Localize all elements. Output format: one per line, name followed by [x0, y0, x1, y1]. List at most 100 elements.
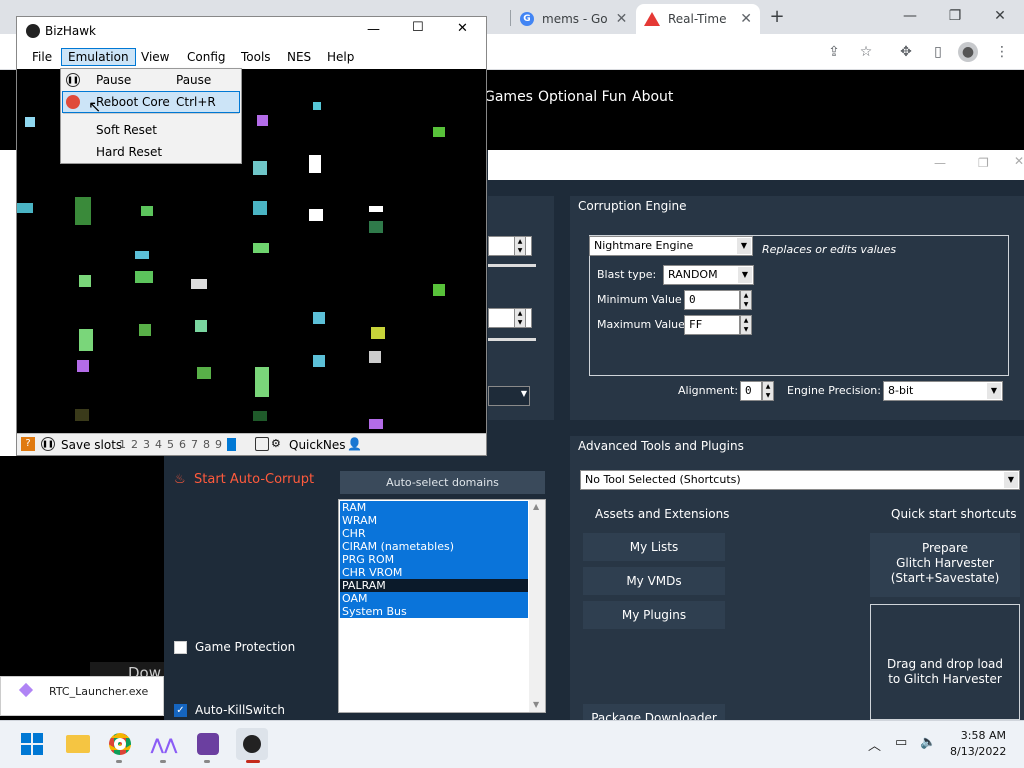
alignment-input[interactable]: 0: [740, 381, 762, 401]
menu-item-soft-reset[interactable]: Soft Reset: [96, 123, 157, 137]
network-icon[interactable]: ▭: [895, 735, 907, 750]
game-protection-checkbox[interactable]: [174, 641, 187, 654]
chevron-up-icon[interactable]: ︿: [868, 735, 881, 754]
sidebar-icon[interactable]: ▯: [928, 42, 948, 62]
file-explorer-icon[interactable]: [62, 728, 94, 760]
start-auto-corrupt-button[interactable]: Start Auto-Corrupt: [194, 472, 314, 487]
menu-item-hard-reset[interactable]: Hard Reset: [96, 145, 162, 159]
domain-item[interactable]: OAM: [340, 592, 528, 605]
save-slot[interactable]: 3: [143, 438, 150, 451]
glitch-tile: [313, 355, 325, 367]
menu-help[interactable]: Help: [327, 50, 354, 64]
close-icon[interactable]: ✕: [616, 11, 628, 27]
spinner[interactable]: ▲ ▼: [514, 308, 526, 328]
restore-icon[interactable]: ❐: [978, 156, 989, 170]
minimize-icon[interactable]: —: [367, 22, 380, 37]
close-icon[interactable]: ✕: [1014, 154, 1024, 168]
profile-icon[interactable]: ●: [958, 42, 978, 62]
new-tab-icon[interactable]: +: [766, 6, 788, 28]
share-icon[interactable]: ⇪: [824, 42, 844, 62]
help-icon[interactable]: ?: [21, 437, 35, 451]
menu-item-pause[interactable]: Pause: [96, 73, 131, 87]
chevron-down-icon: ▼: [1004, 472, 1018, 488]
minimize-icon[interactable]: —: [934, 156, 946, 170]
domains-scrollbar[interactable]: ▲ ▼: [529, 500, 545, 712]
save-slot[interactable]: 1: [119, 438, 126, 451]
domain-item[interactable]: RAM: [340, 501, 528, 514]
save-slot[interactable]: 6: [179, 438, 186, 451]
close-icon[interactable]: ✕: [740, 11, 752, 27]
tool-select[interactable]: No Tool Selected (Shortcuts) ▼: [580, 470, 1020, 490]
spinner[interactable]: ▲ ▼: [740, 315, 752, 335]
nav-games[interactable]: Games: [484, 89, 533, 105]
precision-select[interactable]: 8-bit ▼: [883, 381, 1003, 401]
save-slot[interactable]: 4: [155, 438, 162, 451]
restore-icon[interactable]: ❐: [935, 4, 975, 28]
prepare-glitch-harvester-button[interactable]: Prepare Glitch Harvester (Start+Savestat…: [870, 533, 1020, 597]
maximize-icon[interactable]: ☐: [412, 20, 424, 35]
corruption-engine-title: Corruption Engine: [578, 199, 687, 213]
domain-item[interactable]: CHR VROM: [340, 566, 528, 579]
auto-select-domains-button[interactable]: Auto-select domains: [340, 471, 545, 494]
start-icon[interactable]: [16, 728, 48, 760]
my-vmds-button[interactable]: My VMDs: [583, 567, 725, 595]
menu-file[interactable]: File: [32, 50, 52, 64]
glitch-app-icon[interactable]: [192, 728, 224, 760]
user-icon[interactable]: 👤: [347, 437, 362, 451]
spinner[interactable]: ▲ ▼: [514, 236, 526, 256]
blast-radius-select[interactable]: ▼: [488, 386, 530, 406]
menu-nes[interactable]: NES: [287, 50, 311, 64]
intensity-slider[interactable]: [488, 264, 536, 267]
rtc-icon[interactable]: ⋀⋀: [148, 728, 180, 760]
save-slot[interactable]: 0: [227, 438, 236, 451]
pause-icon[interactable]: ❚❚: [41, 437, 55, 451]
nav-optional-fun[interactable]: Optional Fun: [538, 89, 627, 105]
menu-emulation[interactable]: Emulation: [61, 48, 136, 66]
menu-item-reboot-core[interactable]: Reboot Core: [96, 95, 170, 109]
save-slot[interactable]: 8: [203, 438, 210, 451]
my-plugins-button[interactable]: My Plugins: [583, 601, 725, 629]
launcher-window[interactable]: RTC_Launcher.exe: [0, 676, 164, 716]
domain-item[interactable]: System Bus: [340, 605, 528, 618]
domain-item[interactable]: PALRAM: [340, 579, 528, 592]
my-lists-button[interactable]: My Lists: [583, 533, 725, 561]
domain-item[interactable]: WRAM: [340, 514, 528, 527]
minimize-icon[interactable]: —: [890, 4, 930, 28]
save-slot[interactable]: 9: [215, 438, 222, 451]
rom-icon[interactable]: [255, 437, 269, 451]
auto-killswitch-checkbox[interactable]: ✓: [174, 704, 187, 717]
glitch-tile: [371, 327, 385, 339]
save-slot[interactable]: 5: [167, 438, 174, 451]
menu-icon[interactable]: ⋮: [992, 42, 1012, 62]
close-icon[interactable]: ✕: [457, 21, 468, 36]
spinner[interactable]: ▲ ▼: [762, 381, 774, 401]
nav-about[interactable]: About: [632, 89, 673, 105]
spinner[interactable]: ▲ ▼: [740, 290, 752, 310]
extensions-icon[interactable]: ✥: [896, 42, 916, 62]
tab-mems[interactable]: G mems - Go ✕: [512, 4, 632, 34]
bizhawk-taskbar-icon[interactable]: [236, 728, 268, 760]
domain-item[interactable]: PRG ROM: [340, 553, 528, 566]
volume-icon[interactable]: 🔈: [920, 735, 936, 750]
star-icon[interactable]: ☆: [856, 42, 876, 62]
menu-tools[interactable]: Tools: [241, 50, 271, 64]
clock-date[interactable]: 8/13/2022: [950, 745, 1006, 758]
blast-type-select[interactable]: RANDOM ▼: [663, 265, 754, 285]
domain-item[interactable]: CHR: [340, 527, 528, 540]
tab-real-time[interactable]: Real-Time ✕: [636, 4, 760, 34]
menu-view[interactable]: View: [141, 50, 169, 64]
close-icon[interactable]: ✕: [980, 4, 1020, 28]
min-value-input[interactable]: 0: [684, 290, 740, 310]
menu-config[interactable]: Config: [187, 50, 226, 64]
clock-time[interactable]: 3:58 AM: [958, 729, 1006, 742]
chrome-icon[interactable]: [104, 728, 136, 760]
save-slot[interactable]: 7: [191, 438, 198, 451]
error-delay-slider[interactable]: [488, 338, 536, 341]
package-downloader-button[interactable]: Package Downloader: [583, 704, 725, 720]
engine-select[interactable]: Nightmare Engine ▼: [589, 236, 753, 256]
save-slot[interactable]: 2: [131, 438, 138, 451]
drag-drop-zone[interactable]: Drag and drop load to Glitch Harvester: [870, 604, 1020, 720]
engine-description: Replaces or edits values: [762, 243, 897, 256]
max-value-input[interactable]: FF: [684, 315, 740, 335]
domain-item[interactable]: CIRAM (nametables): [340, 540, 528, 553]
